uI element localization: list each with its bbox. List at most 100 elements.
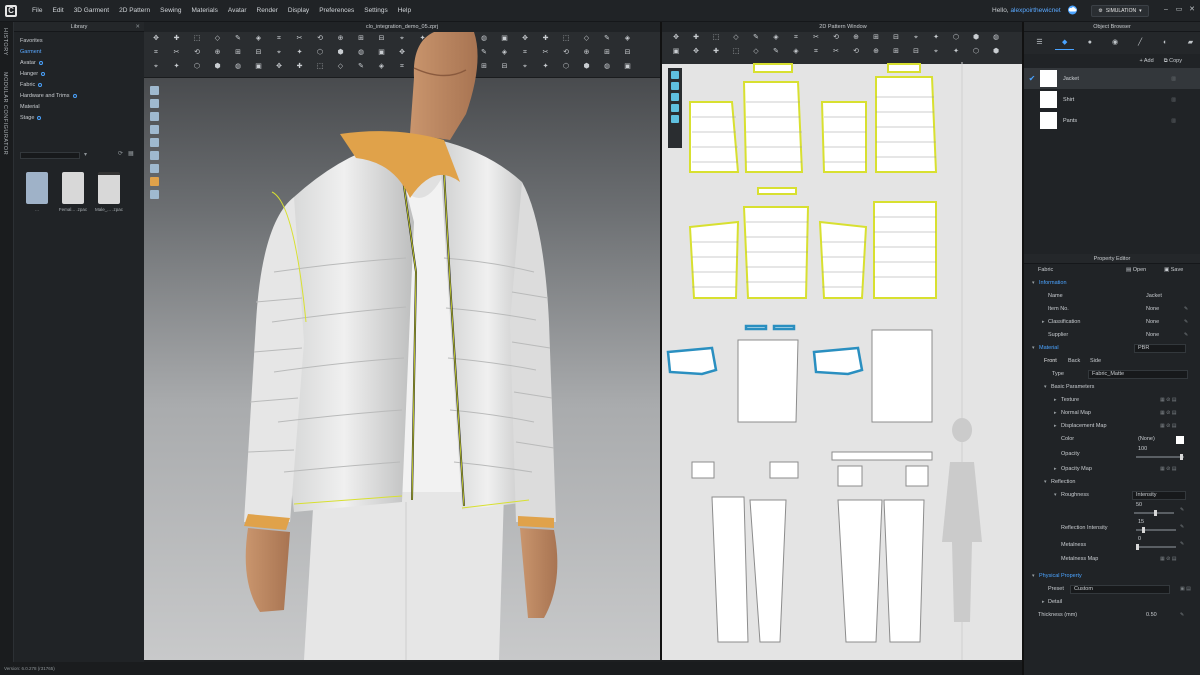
- chevron-right-icon[interactable]: ▸: [1054, 394, 1057, 407]
- roughness-slider[interactable]: [1134, 510, 1174, 516]
- prop-value[interactable]: 100: [1138, 443, 1147, 456]
- texture-tools-icon[interactable]: ▦ ⊘ ▤: [1160, 407, 1176, 420]
- library-item-material[interactable]: Material: [14, 102, 144, 113]
- prop-value[interactable]: 50: [1136, 499, 1142, 512]
- prop-value[interactable]: 0.50: [1146, 609, 1157, 622]
- edit-icon[interactable]: ✎: [1180, 538, 1184, 551]
- tab-history[interactable]: HISTORY: [2, 28, 8, 56]
- fabric-item-jacket[interactable]: ✔ Jacket ▥: [1024, 68, 1200, 89]
- menu-file[interactable]: File: [32, 7, 42, 14]
- open-button[interactable]: ▤ Open: [1126, 264, 1146, 277]
- material-type-select[interactable]: PBR: [1134, 344, 1186, 353]
- edit-icon[interactable]: ✎: [1184, 303, 1188, 316]
- row-reflection[interactable]: ▾ Reflection: [1024, 476, 1200, 489]
- row-basic-parameters[interactable]: ▾ Basic Parameters: [1024, 381, 1200, 394]
- section-material[interactable]: ▾ Material PBR: [1024, 342, 1200, 355]
- library-item-stage[interactable]: Stage: [14, 113, 144, 124]
- close-icon[interactable]: ✕: [135, 22, 140, 32]
- close-button[interactable]: ✕: [1187, 5, 1197, 15]
- trash-icon[interactable]: ▥: [1171, 97, 1176, 103]
- garment-icon[interactable]: ◆: [1055, 36, 1075, 50]
- sphere-icon[interactable]: ◐: [1156, 36, 1175, 50]
- chevron-right-icon[interactable]: ▸: [1054, 407, 1057, 420]
- trash-icon[interactable]: ▥: [1171, 118, 1176, 124]
- 3d-garment-window[interactable]: clo_integration_demo_05.zprj ✥ ✚ ⬚ ◇ ✎ ◈ ⌗ ✂ ⟲ ⊕ ⊞…: [144, 22, 660, 660]
- menu-materials[interactable]: Materials: [192, 7, 218, 14]
- fabric-item-shirt[interactable]: Shirt ▥: [1024, 89, 1200, 110]
- edit-icon[interactable]: ✎: [1184, 316, 1188, 329]
- tab-modular-configurator[interactable]: MODULAR CONFIGURATOR: [2, 72, 8, 155]
- library-item-hanger[interactable]: Hanger: [14, 69, 144, 80]
- slider-knob[interactable]: [1142, 527, 1145, 533]
- library-item-garment[interactable]: Garment: [14, 47, 144, 58]
- menu-settings[interactable]: Settings: [364, 7, 388, 14]
- section-information[interactable]: ▾ Information: [1024, 277, 1200, 290]
- library-search-input[interactable]: [20, 152, 80, 159]
- library-item-hardware-and-trims[interactable]: Hardware and Trims: [14, 91, 144, 102]
- chevron-right-icon[interactable]: ▸: [1054, 420, 1057, 433]
- prop-value[interactable]: Jacket: [1146, 290, 1162, 303]
- preset-select[interactable]: Custom: [1070, 585, 1170, 594]
- add-button[interactable]: + Add: [1139, 58, 1153, 64]
- fabric-icon[interactable]: ●: [1080, 36, 1099, 50]
- chevron-down-icon[interactable]: ▾: [1054, 489, 1057, 502]
- edit-icon[interactable]: ✎: [1180, 609, 1184, 622]
- slider-knob[interactable]: [1136, 544, 1139, 550]
- menu-2d-pattern[interactable]: 2D Pattern: [119, 7, 150, 14]
- pattern-pieces[interactable]: [662, 22, 1022, 660]
- copy-button[interactable]: ⧉ Copy: [1164, 58, 1182, 65]
- edit-icon[interactable]: ✎: [1180, 521, 1184, 534]
- grid-view-icon[interactable]: ▦: [128, 150, 134, 157]
- library-thumbnail[interactable]: Femal... .zpac: [58, 172, 88, 218]
- tab-front[interactable]: Front: [1044, 355, 1057, 368]
- 2d-pattern-window[interactable]: 2D Pattern Window ✥ ✚ ⬚ ◇ ✎ ◈ ⌗ ✂ ⟲ ⊕ ⊞ ⊟ ⌖ ✦ ⬡ ⬢ ◍ ▣ ✥ ✚ ⬚ ◇…: [660, 22, 1022, 660]
- menu-3d-garment[interactable]: 3D Garment: [74, 7, 109, 14]
- chevron-right-icon[interactable]: ▸: [1042, 316, 1045, 329]
- app-logo[interactable]: C: [0, 0, 22, 22]
- metalness-slider[interactable]: [1136, 544, 1176, 550]
- library-item-favorites[interactable]: Favorites: [14, 36, 144, 47]
- color-swatch[interactable]: [1176, 436, 1184, 444]
- fabric-item-pants[interactable]: Pants ▥: [1024, 110, 1200, 131]
- chevron-down-icon[interactable]: ▾: [84, 151, 87, 158]
- button-icon[interactable]: ◉: [1105, 36, 1124, 50]
- texture-tools-icon[interactable]: ▦ ⊘ ▤: [1160, 394, 1176, 407]
- library-item-fabric[interactable]: Fabric: [14, 80, 144, 91]
- chevron-right-icon[interactable]: ▸: [1054, 463, 1057, 476]
- menu-edit[interactable]: Edit: [52, 7, 63, 14]
- plane-icon[interactable]: ▰: [1181, 36, 1200, 50]
- texture-tools-icon[interactable]: ▦ ⊘ ▤: [1160, 420, 1176, 433]
- trash-icon[interactable]: ▥: [1171, 76, 1176, 82]
- texture-tools-icon[interactable]: ▦ ⊘ ▤: [1160, 553, 1176, 566]
- save-preset-icon[interactable]: ▣ ▤: [1180, 583, 1191, 596]
- edit-icon[interactable]: ✎: [1180, 504, 1184, 517]
- needle-icon[interactable]: ╱: [1131, 36, 1150, 50]
- slider-knob[interactable]: [1154, 510, 1157, 516]
- tab-back[interactable]: Back: [1068, 355, 1080, 368]
- user-name[interactable]: alexpoirthewicnet: [1010, 7, 1060, 14]
- menu-render[interactable]: Render: [257, 7, 278, 14]
- texture-tools-icon[interactable]: ▦ ⊘ ▤: [1160, 463, 1176, 476]
- prop-value[interactable]: None: [1146, 316, 1159, 329]
- menu-sewing[interactable]: Sewing: [160, 7, 181, 14]
- section-physical-property[interactable]: ▾ Physical Property: [1024, 570, 1200, 583]
- menu-preferences[interactable]: Preferences: [319, 7, 354, 14]
- avatar-jacket-render[interactable]: [144, 22, 660, 660]
- refresh-icon[interactable]: ⟳: [118, 150, 123, 157]
- row-detail[interactable]: ▸ Detail: [1024, 596, 1200, 609]
- reflection-intensity-slider[interactable]: [1136, 527, 1176, 533]
- cloud-icon[interactable]: [1067, 5, 1078, 15]
- menu-help[interactable]: Help: [398, 7, 411, 14]
- simulation-button[interactable]: ⚙ SIMULATION ▾: [1091, 5, 1149, 17]
- fabric-type-select[interactable]: Fabric_Matte: [1088, 370, 1188, 379]
- prop-value[interactable]: None: [1146, 303, 1159, 316]
- minimize-button[interactable]: –: [1161, 5, 1171, 15]
- prop-value[interactable]: None: [1146, 329, 1159, 342]
- maximize-button[interactable]: ▭: [1174, 5, 1184, 15]
- library-thumbnail[interactable]: Male_... .zpac: [94, 172, 124, 218]
- edit-icon[interactable]: ✎: [1184, 329, 1188, 342]
- library-item-avatar[interactable]: Avatar: [14, 58, 144, 69]
- opacity-slider[interactable]: [1136, 454, 1184, 460]
- save-button[interactable]: ▣ Save: [1164, 264, 1183, 277]
- tab-side[interactable]: Side: [1090, 355, 1101, 368]
